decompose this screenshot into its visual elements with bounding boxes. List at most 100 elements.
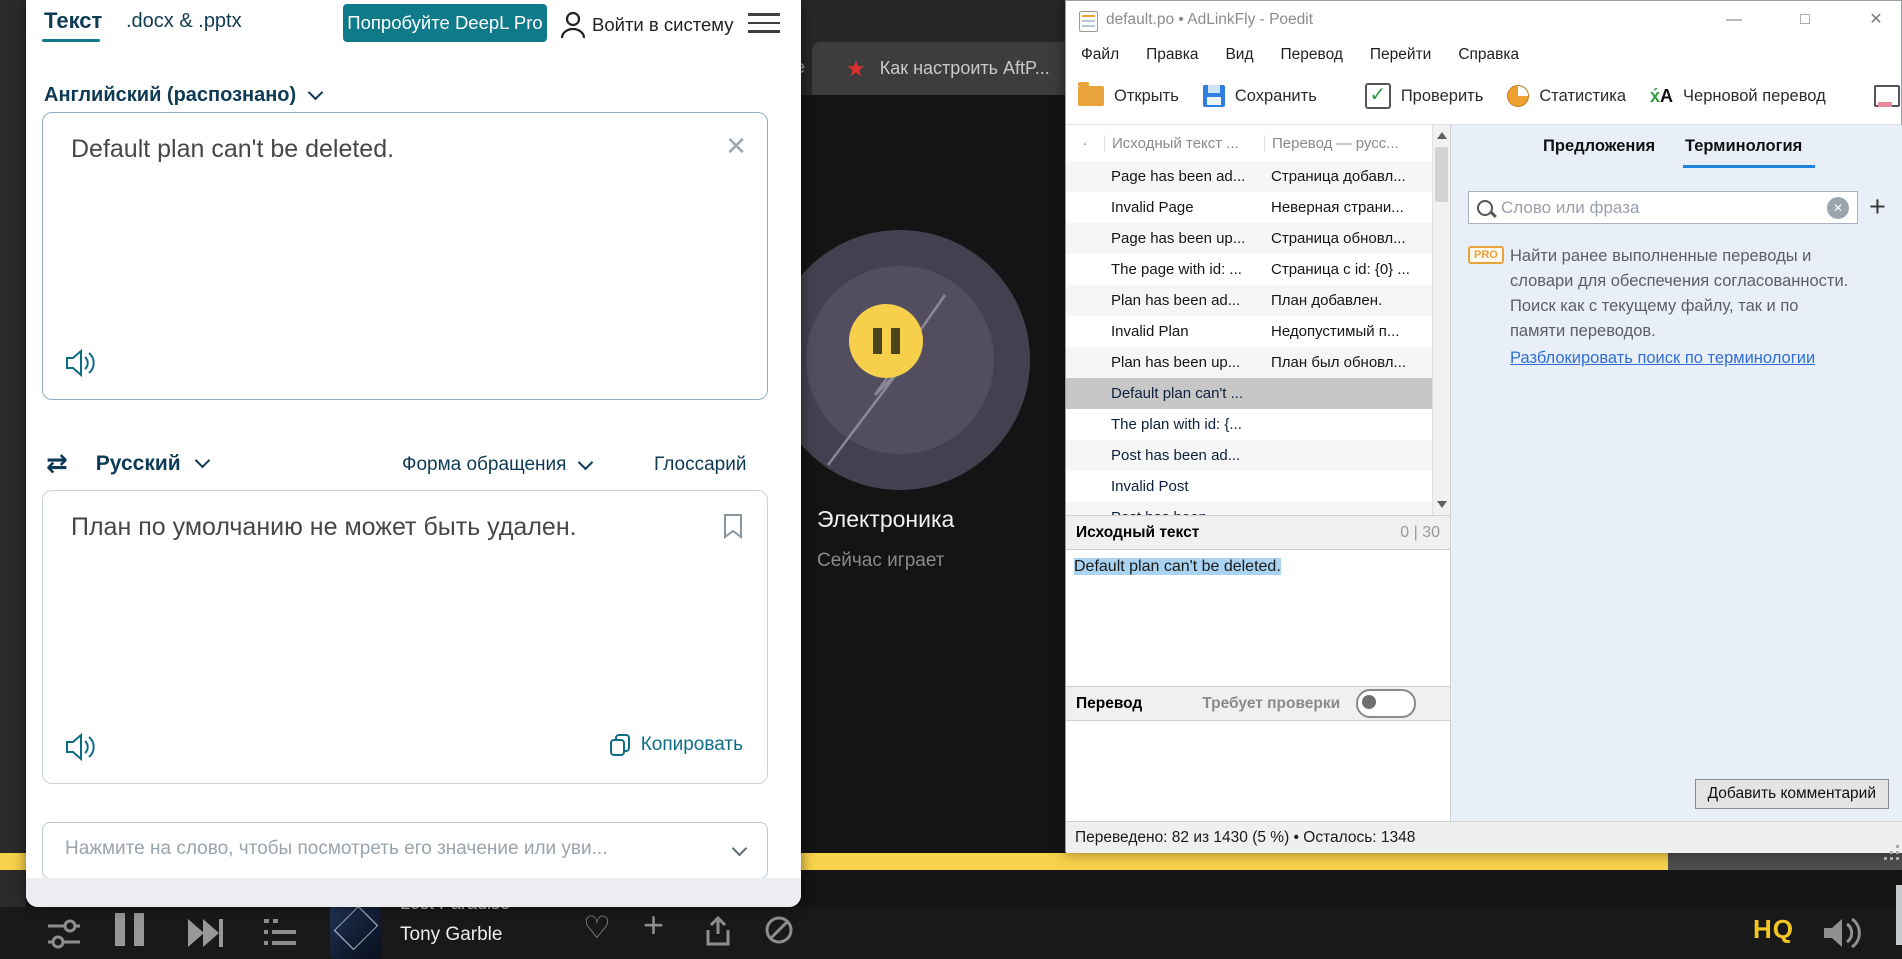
clear-source-icon[interactable]: ✕ bbox=[725, 131, 747, 162]
validate-button[interactable]: ✓ Проверить bbox=[1365, 83, 1484, 109]
login-link[interactable]: Войти в систему bbox=[592, 14, 733, 36]
scroll-thumb[interactable] bbox=[1435, 147, 1448, 202]
table-scrollbar[interactable] bbox=[1432, 125, 1450, 515]
queue-icon[interactable] bbox=[262, 917, 298, 949]
formality-label: Форма обращения bbox=[402, 454, 566, 476]
track-artist[interactable]: Tony Garble bbox=[400, 924, 502, 946]
statistics-button[interactable]: Статистика bbox=[1507, 85, 1626, 107]
table-row-selected[interactable]: Default plan can't ... bbox=[1066, 378, 1433, 409]
minimize-button[interactable]: — bbox=[1711, 1, 1757, 39]
volume-icon[interactable] bbox=[1822, 916, 1864, 950]
checkbox-check-icon: ✓ bbox=[1365, 83, 1391, 109]
formality-selector[interactable]: Форма обращения bbox=[402, 454, 591, 476]
table-row[interactable]: The plan with id: {... bbox=[1066, 409, 1433, 440]
tab-documents[interactable]: .docx & .pptx bbox=[126, 10, 242, 33]
clear-search-icon[interactable]: ✕ bbox=[1827, 197, 1849, 219]
window-title: default.po • AdLinkFly - Poedit bbox=[1106, 11, 1313, 29]
menu-help[interactable]: Справка bbox=[1458, 46, 1519, 64]
close-button[interactable]: ✕ bbox=[1853, 1, 1899, 39]
source-text-display[interactable]: Default plan can't be deleted. bbox=[1066, 550, 1450, 686]
share-icon[interactable] bbox=[704, 916, 732, 948]
menu-edit[interactable]: Правка bbox=[1146, 46, 1198, 64]
hq-quality-badge[interactable]: HQ bbox=[1753, 914, 1794, 945]
app-document-icon bbox=[1079, 11, 1098, 32]
source-language-selector[interactable]: Английский (распознано) bbox=[44, 84, 321, 107]
pretranslate-button[interactable]: x́A Черновой перевод bbox=[1650, 86, 1826, 107]
scroll-up-icon[interactable] bbox=[1437, 132, 1447, 139]
table-row[interactable]: Invalid PlanНедопустимый п... bbox=[1066, 316, 1433, 347]
station-name[interactable]: Электроника bbox=[817, 506, 954, 533]
translation-edit-area[interactable] bbox=[1066, 722, 1450, 821]
table-row[interactable]: Page has been up...Страница обновл... bbox=[1066, 223, 1433, 254]
bookmark-icon[interactable] bbox=[723, 513, 743, 539]
clipped-toolbar-button[interactable]: С bbox=[1874, 85, 1901, 107]
next-track-icon[interactable] bbox=[186, 915, 226, 951]
deepl-panel: Текст .docx & .pptx Попробуйте DeepL Pro… bbox=[26, 0, 801, 907]
menu-file[interactable]: Файл bbox=[1081, 46, 1119, 64]
tab-terminology[interactable]: Терминология bbox=[1685, 137, 1802, 156]
search-icon bbox=[1477, 200, 1493, 216]
listen-target-icon[interactable] bbox=[65, 733, 97, 761]
tab-suggestions[interactable]: Предложения bbox=[1543, 137, 1655, 156]
menu-view[interactable]: Вид bbox=[1225, 46, 1253, 64]
glossary-link[interactable]: Глоссарий bbox=[654, 454, 746, 476]
unlock-terminology-link[interactable]: Разблокировать поиск по терминологии bbox=[1510, 346, 1815, 371]
source-text[interactable]: Default plan can't be deleted. bbox=[71, 135, 394, 164]
table-header[interactable]: · Исходный текст ... Перевод — русс... bbox=[1066, 125, 1433, 162]
copy-button[interactable]: Копировать bbox=[609, 733, 743, 757]
table-row[interactable]: Post has been... bbox=[1066, 502, 1433, 515]
poedit-sidebar: Предложения Терминология Слово или фраза… bbox=[1450, 125, 1902, 821]
swap-languages-icon[interactable]: ⇄ bbox=[46, 448, 68, 479]
translation-progress-status: Переведено: 82 из 1430 (5 %) • Осталось:… bbox=[1075, 829, 1415, 847]
add-to-playlist-icon[interactable]: + bbox=[643, 904, 664, 946]
album-art[interactable] bbox=[330, 906, 382, 959]
pause-button[interactable] bbox=[849, 304, 923, 378]
selected-source-text[interactable]: Default plan can't be deleted. bbox=[1074, 558, 1281, 575]
titlebar[interactable]: default.po • AdLinkFly - Poedit — □ ✕ bbox=[1066, 1, 1901, 41]
scroll-down-icon[interactable] bbox=[1437, 501, 1447, 508]
table-row[interactable]: The page with id: ...Страница с id: {0} … bbox=[1066, 254, 1433, 285]
table-row[interactable]: Post has been ad... bbox=[1066, 440, 1433, 471]
player-pause-icon[interactable] bbox=[115, 913, 144, 946]
table-row[interactable]: Invalid Post bbox=[1066, 471, 1433, 502]
target-text[interactable]: План по умолчанию не может быть удален. bbox=[71, 513, 577, 542]
listen-source-icon[interactable] bbox=[65, 349, 97, 377]
equalizer-icon[interactable] bbox=[46, 917, 82, 951]
needs-work-toggle[interactable] bbox=[1356, 689, 1416, 718]
table-row[interactable]: Page has been ad...Страница добавл... bbox=[1066, 161, 1433, 192]
like-heart-icon[interactable]: ♡ bbox=[583, 910, 611, 946]
translate-xa-icon: x́A bbox=[1650, 86, 1673, 107]
target-language-label[interactable]: Русский bbox=[96, 452, 181, 476]
maximize-button[interactable]: □ bbox=[1782, 1, 1828, 39]
column-source: Исходный текст ... bbox=[1104, 135, 1264, 152]
terminology-search-box[interactable]: Слово или фраза ✕ bbox=[1468, 191, 1858, 224]
language-row: ⇄ Русский bbox=[46, 448, 208, 479]
char-counter: 0 | 30 bbox=[1400, 524, 1440, 542]
menu-burger-icon[interactable] bbox=[748, 13, 780, 39]
seek-bar-remaining[interactable] bbox=[1668, 853, 1902, 870]
menu-go[interactable]: Перейти bbox=[1370, 46, 1431, 64]
chevron-down-icon[interactable] bbox=[734, 841, 745, 859]
target-textarea[interactable]: План по умолчанию не может быть удален. … bbox=[42, 490, 768, 784]
screen-left-edge bbox=[0, 0, 26, 959]
browser-tab-title: Как настроить AftP... bbox=[880, 58, 1050, 79]
dictionary-placeholder: Нажмите на слово, чтобы посмотреть его з… bbox=[65, 838, 607, 860]
add-term-button[interactable]: + bbox=[1869, 191, 1886, 224]
add-comment-button[interactable]: Добавить комментарий bbox=[1695, 779, 1889, 809]
table-row[interactable]: Plan has been ad...План добавлен. bbox=[1066, 285, 1433, 316]
browser-tab[interactable]: ★ Как настроить AftP... bbox=[812, 42, 1080, 95]
chevron-down-icon[interactable] bbox=[194, 453, 210, 469]
translation-header: Перевод Требует проверки bbox=[1066, 686, 1450, 721]
table-row[interactable]: Invalid PageНеверная страни... bbox=[1066, 192, 1433, 223]
source-textarea[interactable]: Default plan can't be deleted. ✕ bbox=[42, 112, 768, 400]
open-button[interactable]: Открыть bbox=[1078, 86, 1179, 106]
resize-grip[interactable] bbox=[1896, 845, 1899, 848]
dictionary-bar[interactable]: Нажмите на слово, чтобы посмотреть его з… bbox=[42, 822, 768, 879]
table-row[interactable]: Plan has been up...План был обновл... bbox=[1066, 347, 1433, 378]
strings-table: · Исходный текст ... Перевод — русс... P… bbox=[1066, 125, 1450, 515]
tab-text-translate[interactable]: Текст bbox=[44, 8, 102, 34]
block-icon[interactable] bbox=[764, 915, 794, 945]
save-button[interactable]: Сохранить bbox=[1203, 85, 1317, 107]
try-deepl-pro-button[interactable]: Попробуйте DeepL Pro bbox=[343, 4, 547, 42]
menu-translation[interactable]: Перевод bbox=[1281, 46, 1343, 64]
